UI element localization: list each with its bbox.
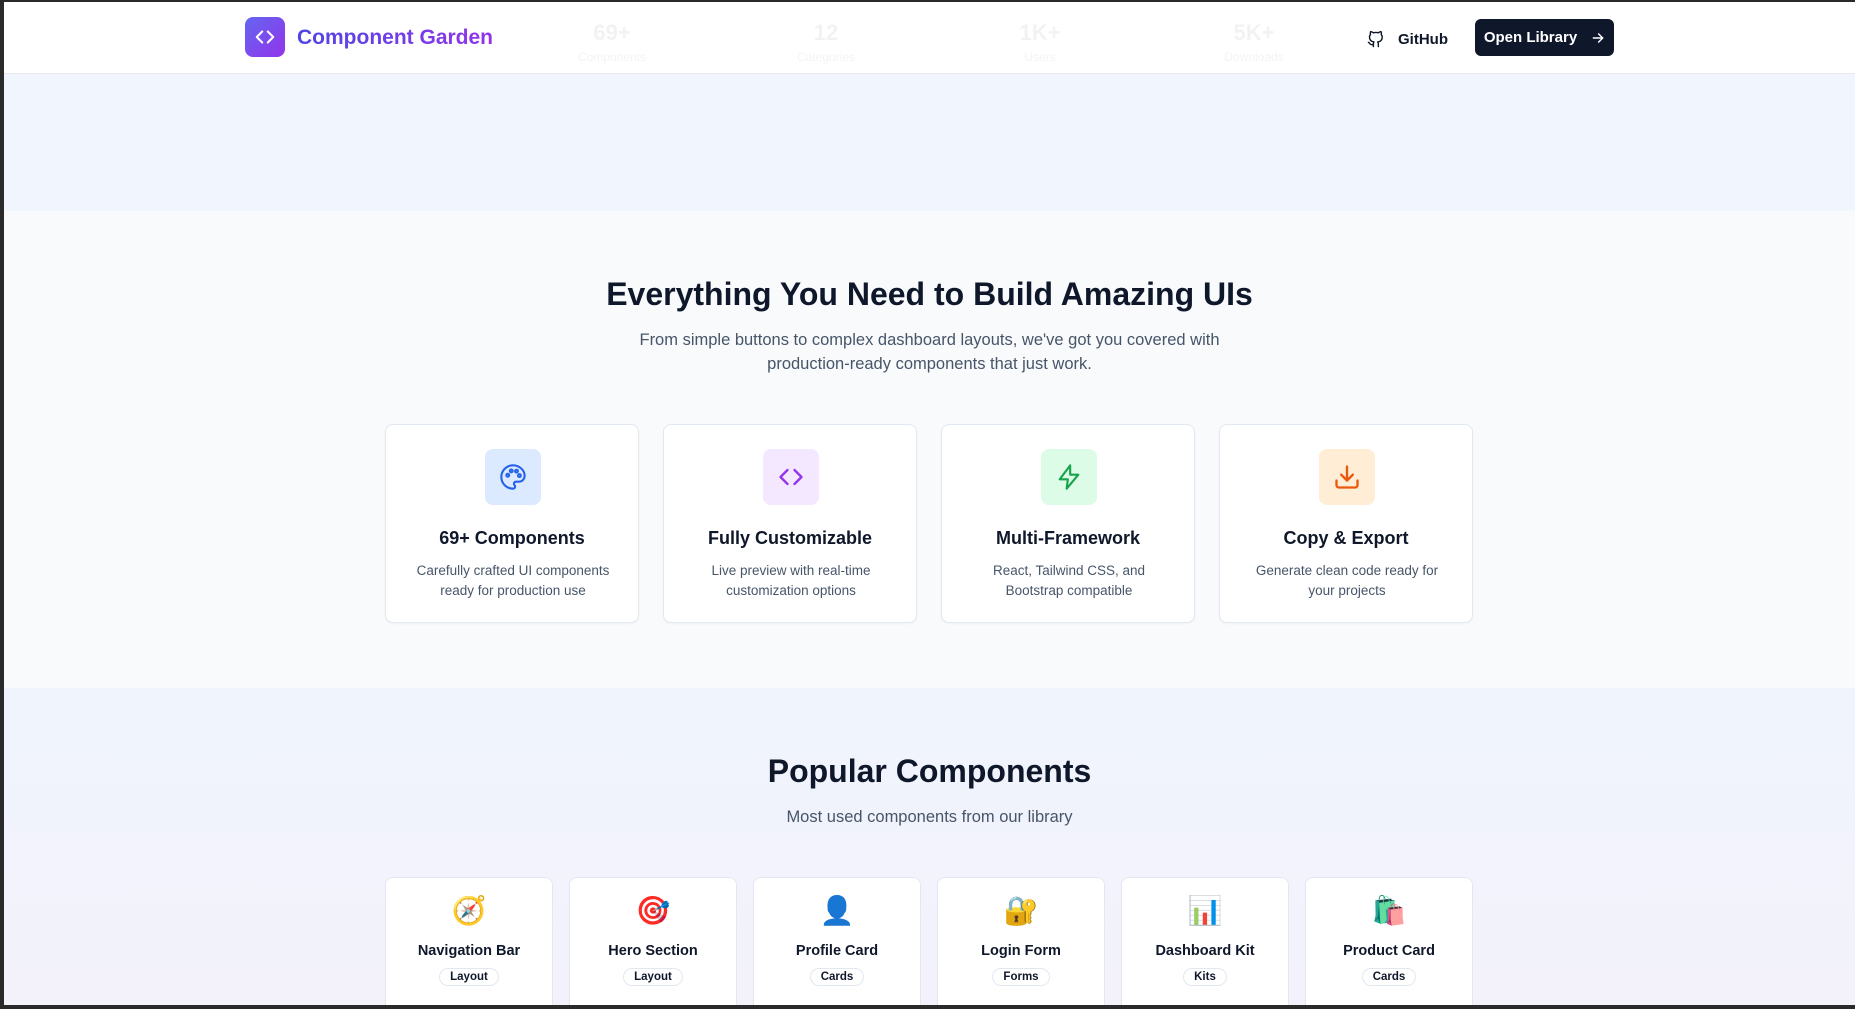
popular-components-section: Popular Components Most used components … — [4, 688, 1855, 1005]
browser-viewport: Component Garden 69+ Components 12 Categ… — [4, 2, 1855, 1005]
feature-title: Copy & Export — [1283, 528, 1409, 548]
feature-title: Fully Customizable — [707, 528, 873, 548]
component-card-hero-section[interactable]: 🎯 Hero Section Layout — [569, 877, 737, 1005]
compass-icon: 🧭 — [451, 895, 487, 926]
bar-chart-icon: 📊 — [1187, 895, 1223, 926]
popular-title: Popular Components — [767, 753, 1092, 789]
site-header: Component Garden 69+ Components 12 Categ… — [4, 2, 1855, 74]
feature-icon-box — [1041, 449, 1097, 505]
ghost-stat-categories: 12 Categories — [796, 20, 856, 64]
features-subtitle: From simple buttons to complex dashboard… — [639, 331, 1220, 373]
feature-title: 69+ Components — [439, 528, 585, 548]
feature-description: Carefully crafted UI components ready fo… — [416, 563, 610, 598]
category-tag: Layout — [623, 968, 683, 986]
feature-card-components: 69+ Components Carefully crafted UI comp… — [385, 424, 639, 623]
arrow-right-icon — [1592, 32, 1604, 43]
features-section: Everything You Need to Build Amazing UIs… — [4, 211, 1855, 688]
component-name: Profile Card — [795, 943, 879, 959]
palette-icon — [500, 464, 526, 490]
category-tag: Forms — [992, 968, 1050, 986]
logo-icon[interactable] — [245, 17, 285, 57]
github-link[interactable]: GitHub — [1367, 25, 1448, 53]
feature-icon-box — [485, 449, 541, 505]
component-name: Hero Section — [608, 943, 698, 959]
shopping-bag-icon: 🛍️ — [1371, 895, 1407, 926]
component-name: Dashboard Kit — [1155, 943, 1255, 959]
popular-subtitle: Most used components from our library — [786, 808, 1073, 826]
feature-card-copy-export: Copy & Export Generate clean code ready … — [1219, 424, 1473, 623]
code-icon — [779, 468, 803, 486]
component-card-navigation-bar[interactable]: 🧭 Navigation Bar Layout — [385, 877, 553, 1005]
brand-name[interactable]: Component Garden — [297, 26, 493, 50]
features-title: Everything You Need to Build Amazing UIs — [606, 276, 1253, 312]
category-tag: Kits — [1183, 968, 1227, 986]
category-tag: Cards — [809, 968, 865, 986]
lock-icon: 🔐 — [1003, 895, 1039, 926]
feature-description: Generate clean code ready for your proje… — [1255, 563, 1439, 598]
ghost-stat-components: 69+ Components — [577, 20, 647, 64]
component-name: Login Form — [981, 943, 1061, 959]
component-name: Product Card — [1343, 943, 1435, 959]
code-icon — [255, 30, 275, 44]
feature-description: React, Tailwind CSS, and Bootstrap compa… — [992, 563, 1146, 598]
feature-icon-box — [1319, 449, 1375, 505]
category-tag: Layout — [439, 968, 499, 986]
open-library-button[interactable]: Open Library — [1475, 19, 1614, 56]
feature-icon-box — [763, 449, 819, 505]
user-icon: 👤 — [819, 895, 855, 926]
feature-title: Multi-Framework — [995, 528, 1141, 548]
feature-card-customizable: Fully Customizable Live preview with rea… — [663, 424, 917, 623]
ghost-stat-users: 1K+ Users — [1019, 20, 1061, 64]
ghost-stat-downloads: 5K+ Downloads — [1224, 20, 1284, 64]
github-icon — [1367, 30, 1383, 47]
component-card-product-card[interactable]: 🛍️ Product Card Cards — [1305, 877, 1473, 1005]
feature-card-multi-framework: Multi-Framework React, Tailwind CSS, and… — [941, 424, 1195, 623]
github-label: GitHub — [1398, 30, 1448, 48]
component-card-dashboard-kit[interactable]: 📊 Dashboard Kit Kits — [1121, 877, 1289, 1005]
component-card-login-form[interactable]: 🔐 Login Form Forms — [937, 877, 1105, 1005]
component-card-profile-card[interactable]: 👤 Profile Card Cards — [753, 877, 921, 1005]
component-name: Navigation Bar — [417, 943, 521, 959]
feature-description: Live preview with real-time customizatio… — [711, 563, 871, 598]
open-library-label: Open Library — [1483, 29, 1578, 46]
target-icon: 🎯 — [635, 895, 671, 926]
hero-section — [4, 74, 1855, 211]
zap-icon — [1058, 464, 1080, 490]
download-icon — [1335, 465, 1359, 489]
category-tag: Cards — [1361, 968, 1417, 986]
